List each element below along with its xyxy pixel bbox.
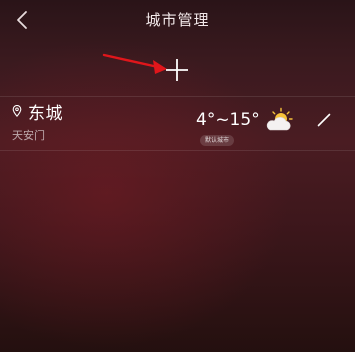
default-city-badge: 默认城市: [200, 135, 235, 146]
city-card[interactable]: 东城 天安门 4°~15° 默认城市: [0, 97, 355, 149]
city-management-screen: 城市管理 东城 天安门 4°~15° 默认城市: [0, 0, 355, 352]
page-title: 城市管理: [145, 11, 210, 29]
header-bar: 城市管理: [0, 0, 355, 40]
temperature-range: 4°~15°: [196, 110, 260, 130]
edit-city-button[interactable]: [312, 108, 336, 132]
city-name: 东城: [28, 104, 63, 124]
divider: [0, 150, 355, 151]
pencil-icon: [317, 113, 331, 127]
add-city-button[interactable]: [162, 55, 192, 85]
partly-cloudy-icon: [266, 107, 293, 131]
red-arrow-annotation: [102, 53, 167, 74]
plus-icon: [166, 59, 188, 81]
pin-icon: [12, 105, 22, 117]
district-name: 天安门: [12, 129, 45, 142]
